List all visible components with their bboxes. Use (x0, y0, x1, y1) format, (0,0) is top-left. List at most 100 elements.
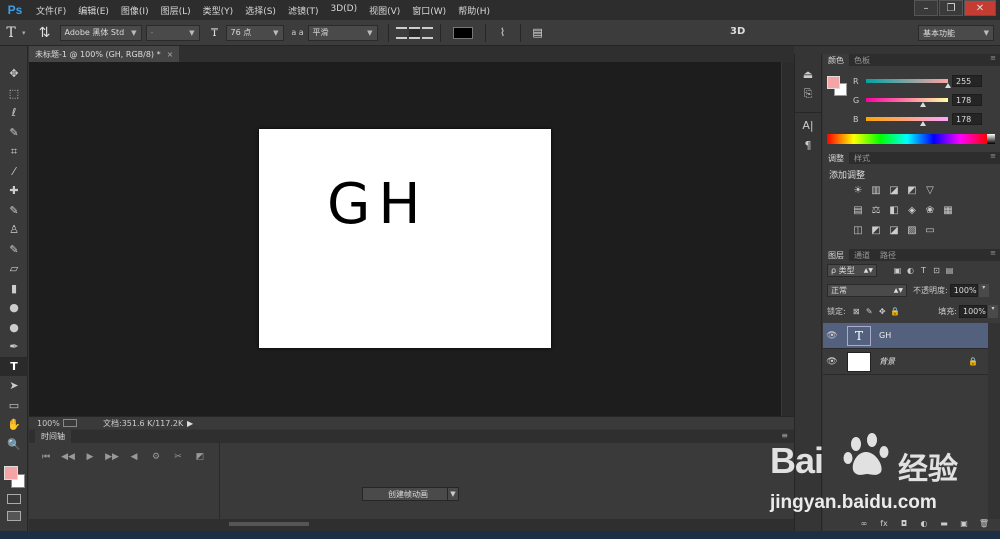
adjustment-filter-icon[interactable]: ◐ (904, 266, 917, 275)
workspace-select[interactable]: 基本功能 ▼ (918, 25, 994, 41)
lasso-tool-icon[interactable]: ℓ (0, 103, 28, 123)
shape-filter-icon[interactable]: ⊡ (930, 266, 943, 275)
play-icon[interactable]: ▶ (79, 452, 101, 462)
history-panel-icon[interactable]: ⏏ (795, 64, 821, 84)
slider-value-input[interactable]: 255 (952, 75, 982, 87)
layer-name[interactable]: 背景 (879, 356, 895, 367)
paragraph-panel-icon[interactable]: ¶ (795, 135, 821, 155)
color-panel-menu-icon[interactable]: ≡ (990, 54, 1000, 66)
menu-item[interactable]: 帮助(H) (452, 4, 496, 17)
slider-thumb-icon[interactable] (920, 121, 927, 126)
fill-input[interactable]: 100% (959, 305, 987, 318)
adjustment-icon[interactable]: ⚖ (867, 203, 885, 217)
menu-item[interactable]: 图像(I) (115, 4, 155, 17)
tab-color[interactable]: 颜色 (823, 54, 849, 66)
slider-value-input[interactable]: 178 (952, 94, 982, 106)
adjustment-icon[interactable]: ◩ (903, 183, 921, 197)
tab-styles[interactable]: 样式 (849, 152, 875, 164)
type-filter-icon[interactable]: T (917, 266, 930, 275)
slider-thumb-icon[interactable] (920, 102, 927, 107)
adjustment-icon[interactable]: ▤ (849, 203, 867, 217)
lock-all-icon[interactable]: 🔒 (889, 307, 902, 316)
lock-pixels-icon[interactable]: ✎ (863, 307, 876, 316)
fill-slider-toggle[interactable]: ▾ (988, 305, 998, 318)
split-icon[interactable]: ✂ (167, 452, 189, 462)
pen-tool-icon[interactable]: ✒ (0, 337, 28, 357)
menu-item[interactable]: 图层(L) (155, 4, 197, 17)
settings-icon[interactable]: ⚙ (145, 452, 167, 462)
audio-icon[interactable]: ◀ (123, 452, 145, 462)
brush-tool-icon[interactable]: ✎ (0, 201, 28, 221)
slider-track[interactable] (866, 117, 948, 126)
adjustment-icon[interactable]: ◧ (885, 203, 903, 217)
adjustment-icon[interactable]: ◈ (903, 203, 921, 217)
create-animation-dropdown-icon[interactable]: ▼ (447, 487, 459, 501)
status-share-icon[interactable] (63, 419, 77, 427)
color-spectrum[interactable] (827, 134, 987, 144)
adjustment-icon[interactable]: ◪ (885, 223, 903, 237)
timeline-tab[interactable]: 时间轴 (35, 430, 71, 443)
screen-mode-icon[interactable] (7, 511, 21, 521)
blur-tool-icon[interactable]: ● (0, 298, 28, 318)
type-tool-preset-icon[interactable]: T (0, 25, 22, 41)
lock-transparent-icon[interactable]: ⊠ (850, 307, 863, 316)
adjustment-icon[interactable]: ◪ (885, 183, 903, 197)
tab-paths[interactable]: 路径 (875, 249, 901, 261)
canvas-area[interactable]: GH (29, 62, 781, 416)
align-left-button[interactable] (395, 26, 407, 39)
text-color-swatch[interactable] (452, 26, 473, 39)
antialias-select[interactable]: 平滑 ▼ (307, 24, 378, 41)
eyedropper-tool-icon[interactable]: ⁄ (0, 162, 28, 182)
close-button[interactable]: ✕ (964, 0, 996, 16)
adjustment-icon[interactable]: ▦ (939, 203, 957, 217)
move-tool-icon[interactable]: ✥ (0, 64, 28, 84)
menu-item[interactable]: 3D(D) (324, 4, 363, 17)
adjustment-icon[interactable]: ◫ (849, 223, 867, 237)
layers-panel-menu-icon[interactable]: ≡ (990, 249, 1000, 261)
menu-item[interactable]: 编辑(E) (72, 4, 115, 17)
adjustment-icon[interactable]: ▨ (903, 223, 921, 237)
quick-mask-icon[interactable] (7, 494, 21, 504)
properties-panel-icon[interactable]: ⎘ (795, 84, 821, 104)
menu-item[interactable]: 滤镜(T) (282, 4, 325, 17)
adjustments-panel-menu-icon[interactable]: ≡ (990, 152, 1000, 164)
align-right-button[interactable] (421, 26, 433, 39)
document-tab[interactable]: 未标题-1 @ 100% (GH, RGB/8) * × (29, 46, 179, 62)
opacity-slider-toggle[interactable]: ▾ (978, 284, 989, 297)
tab-channels[interactable]: 通道 (849, 249, 875, 261)
blend-mode-select[interactable]: 正常 ▲▼ (827, 284, 907, 297)
foreground-color-swatch[interactable] (4, 466, 18, 480)
opacity-input[interactable]: 100% (949, 284, 978, 297)
color-spectrum-grayscale[interactable] (987, 134, 995, 144)
slider-value-input[interactable]: 178 (952, 113, 982, 125)
stamp-tool-icon[interactable]: ♙ (0, 220, 28, 240)
layer-row[interactable]: 👁 背景 🔒 (823, 349, 988, 375)
canvas-text-layer[interactable]: GH (327, 177, 429, 233)
close-tab-icon[interactable]: × (167, 50, 174, 59)
character-panel-icon[interactable]: A| (795, 115, 821, 135)
vertical-scrollbar[interactable] (781, 62, 794, 416)
quick-select-tool-icon[interactable]: ✎ (0, 123, 28, 143)
font-size-select[interactable]: 76 点 ▼ (225, 24, 284, 41)
timeline-zoom-slider[interactable] (229, 522, 309, 526)
adjustment-icon[interactable]: ❀ (921, 203, 939, 217)
visibility-eye-icon[interactable]: 👁 (823, 331, 841, 341)
3d-label[interactable]: 3D (730, 26, 745, 37)
warp-text-icon[interactable]: ⌇ (492, 26, 514, 39)
adjustment-icon[interactable]: ▽ (921, 183, 939, 197)
eraser-tool-icon[interactable]: ▱ (0, 259, 28, 279)
layer-name[interactable]: GH (879, 331, 891, 340)
shape-tool-icon[interactable]: ▭ (0, 396, 28, 416)
tab-adjustments[interactable]: 调整 (823, 152, 849, 164)
lock-position-icon[interactable]: ✥ (876, 307, 889, 316)
menu-item[interactable]: 窗口(W) (406, 4, 452, 17)
menu-item[interactable]: 选择(S) (239, 4, 282, 17)
next-frame-icon[interactable]: ▶▶ (101, 452, 123, 462)
visibility-eye-icon[interactable]: 👁 (823, 357, 841, 367)
adjustment-icon[interactable]: ▭ (921, 223, 939, 237)
tab-layers[interactable]: 图层 (823, 249, 849, 261)
slider-track[interactable] (866, 79, 951, 88)
pixel-filter-icon[interactable]: ▣ (891, 266, 904, 275)
restore-button[interactable]: ❐ (939, 0, 963, 16)
status-menu-arrow-icon[interactable]: ▶ (187, 419, 193, 428)
